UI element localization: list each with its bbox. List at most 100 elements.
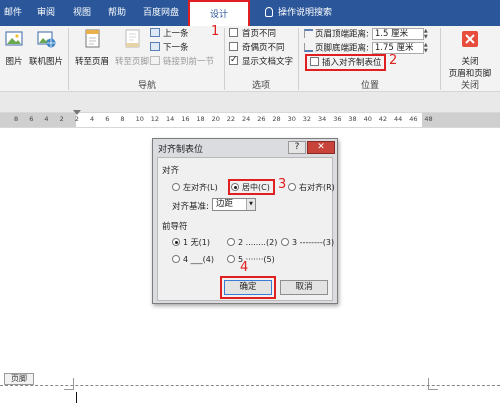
different-odd-even-label: 奇偶页不同 [242,43,285,53]
link-icon [150,56,160,65]
checkbox-box-checked [229,54,238,67]
ruler-tick-label: 22 [226,115,236,123]
group-separator [68,28,69,90]
tab-review[interactable]: 审阅 [37,0,55,26]
previous-label: 上一条 [163,29,189,39]
annotation-number-4: 4 [240,260,249,275]
ruler-tick-label: 12 [150,115,160,123]
tab-mail[interactable]: 邮件 [4,0,22,26]
online-picture-label: 联机图片 [28,57,63,67]
close-icon [462,31,478,47]
ruler-tick-label: 2 [74,115,79,123]
header-from-top-input[interactable]: 1.5 厘米 [371,28,424,40]
annotation-number-3: 3 [278,177,287,192]
tab-design[interactable]: 设计 [188,0,250,26]
align-left-radio[interactable]: 左对齐(L) [172,182,218,193]
different-first-page-checkbox[interactable]: 首页不同 [229,28,276,41]
ruler-tick-label: 46 [409,115,418,123]
close-group-label: 关闭 [460,81,479,91]
align-left-label: 左对齐(L) [183,183,218,192]
ruler-tick-label: 6 [29,115,34,123]
annotation-number-2: 2 [389,53,398,68]
spin-arrows-icon[interactable]: ▲ ▼ [424,42,431,54]
ruler-tick-label: 8 [14,115,19,123]
ruler-tick-label: 2 [59,115,64,123]
goto-footer-label: 转至页脚 [114,57,149,67]
ruler-tick-label: 44 [394,115,403,123]
align-relative-value: 边距 [216,199,234,209]
goto-footer-button[interactable]: 转至页脚 [112,28,152,67]
close-header-footer-button[interactable]: 关闭 页眉和页脚 [442,28,498,79]
tell-me-search[interactable]: 操作说明搜索 [265,0,332,26]
help-button[interactable]: ? [288,141,306,154]
ruler-tick-label: 6 [105,115,110,123]
align-relative-select[interactable]: 边距 ▼ [212,198,256,211]
footer-boundary [0,385,500,386]
leader-1-label: 1 无(1) [183,238,210,247]
leader-3-radio[interactable]: 3 --------(3) [281,237,334,248]
ruler-tick-label: 42 [378,115,388,123]
ruler-tick-label: 36 [333,115,342,123]
show-document-text-label: 显示文档文字 [242,57,294,67]
footer-from-bottom-input[interactable]: 1.75 厘米 [371,42,424,54]
margin-corner-mark [64,378,74,390]
radio-circle-selected [172,238,180,246]
link-previous-label: 链接到前一节 [163,57,215,67]
radio-circle [227,238,235,246]
previous-button[interactable]: 上一条 [150,28,189,41]
online-picture-icon [37,31,56,48]
radio-circle [172,255,180,263]
dropdown-arrow-icon: ▼ [246,199,255,210]
goto-header-button[interactable]: 转至页眉 [72,28,112,67]
leader-3-label: 3 --------(3) [292,238,335,247]
ruler-tick-label: 16 [181,115,190,123]
previous-icon [150,28,160,37]
ruler-tick-label: 18 [196,115,205,123]
align-right-radio[interactable]: 右对齐(R) [288,182,335,193]
text-cursor [76,392,77,403]
tab-help[interactable]: 帮助 [108,0,126,26]
tell-me-label: 操作说明搜索 [278,8,333,18]
annotation-number-1: 1 [211,24,220,39]
picture-label: 图片 [5,57,23,67]
radio-circle [172,183,180,191]
ruler-tick-label: 48 [424,115,433,123]
footer-position-icon [304,42,313,52]
show-document-text-checkbox[interactable]: 显示文档文字 [229,54,294,69]
align-relative-label: 对齐基准: [172,202,209,212]
header-from-top-label: 页眉顶端距离: [315,29,369,40]
horizontal-ruler[interactable]: 8 6 4 2 2 4 6 8 10 12 14 16 18 20 22 24 26 28 30 32 34 36 38 40… [0,110,500,128]
header-position-icon [304,28,313,38]
leader-1-radio[interactable]: 1 无(1) [172,237,210,248]
annotation-highlight-box [228,179,275,195]
tab-view[interactable]: 视图 [73,0,91,26]
ruler-tick-label: 20 [211,115,220,123]
alignment-tab-dialog: 对齐制表位 ? ✕ 对齐 左对齐(L) 居中(C) 3 右对齐(R) 对齐基准:… [152,138,338,304]
ribbon: 图片 联机图片 转至页眉 转至页脚 上一条 下一条 链接到前一节 导航 首页不同… [0,26,500,92]
online-picture-button[interactable]: 联机图片 [28,28,64,67]
next-button[interactable]: 下一条 [150,42,189,55]
annotation-highlight-box [220,276,276,299]
position-group-label: 位置 [360,81,379,91]
spin-arrows-icon[interactable]: ▲ ▼ [424,28,431,40]
ruler-tick-label: 24 [242,115,251,123]
ruler-tick-label: 8 [120,115,125,123]
radio-circle [288,183,296,191]
close-button[interactable]: ✕ [307,141,335,154]
footer-tag: 页脚 [4,373,34,385]
ruler-tick-label: 30 [287,115,296,123]
group-separator [298,28,299,90]
picture-button[interactable]: 图片 [2,28,26,67]
leader-2-radio[interactable]: 2 ........(2) [227,237,277,248]
link-previous-button[interactable]: 链接到前一节 [150,56,214,69]
ruler-tick-label: 40 [363,115,372,123]
cancel-button[interactable]: 取消 [280,280,328,295]
dialog-body: 对齐 左对齐(L) 居中(C) 3 右对齐(R) 对齐基准: 边距 ▼ 前导符 1… [157,157,335,301]
ruler-tick-label: 14 [166,115,175,123]
tab-baidu[interactable]: 百度网盘 [143,0,179,26]
picture-icon [5,31,23,46]
leader-4-radio[interactable]: 4 ___(4) [172,254,214,265]
leader-5-radio[interactable]: 5 ·······(5) [227,254,275,265]
ruler-left-margin [0,113,76,127]
checkbox-box [229,42,238,51]
